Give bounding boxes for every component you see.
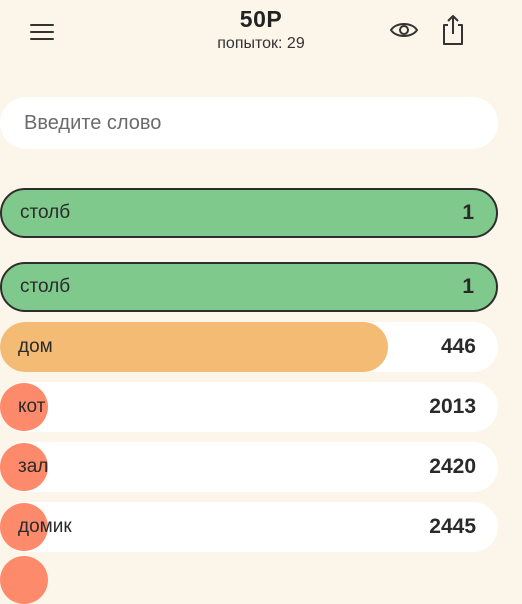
eye-icon[interactable] (389, 18, 419, 42)
best-guess-word: столб (20, 202, 71, 223)
guess-row: зал 2420 (0, 442, 498, 492)
closeness-dot (0, 556, 48, 604)
guess-rank: 446 (440, 335, 476, 358)
header: 50P попыток: 29 (0, 0, 522, 70)
guess-word: зал (18, 456, 49, 477)
guess-word: дом (18, 336, 53, 357)
guess-rank: 2445 (429, 515, 476, 538)
guess-row: домик 2445 (0, 502, 498, 552)
guess-row: столб 1 (0, 262, 498, 312)
closeness-bar (0, 322, 389, 372)
guess-rank: 2420 (429, 455, 476, 478)
best-guess-rank: 1 (462, 201, 474, 224)
share-icon[interactable] (440, 14, 466, 46)
guess-word: домик (18, 516, 72, 537)
guess-row: дом 446 (0, 322, 498, 372)
guess-word: кот (18, 396, 46, 417)
guess-rank: 1 (462, 275, 474, 298)
guess-row: кот 2013 (0, 382, 498, 432)
guess-word: столб (20, 276, 71, 297)
word-input[interactable] (0, 97, 498, 149)
search-field (0, 97, 498, 149)
guess-rank: 2013 (429, 395, 476, 418)
best-guess-row: столб 1 (0, 188, 498, 238)
